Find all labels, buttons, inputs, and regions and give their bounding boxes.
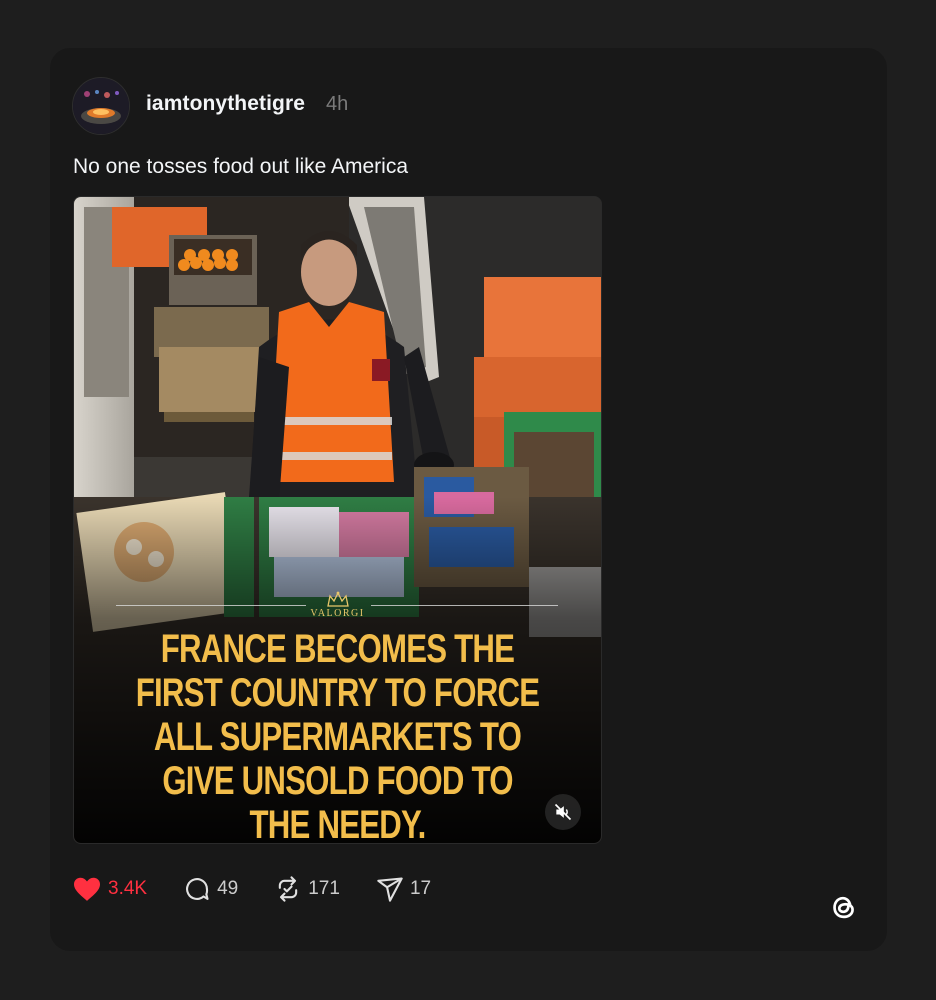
share-button[interactable]: 17 (376, 875, 431, 903)
comment-icon (186, 878, 209, 900)
username[interactable]: iamtonythetigre (146, 92, 305, 116)
crown-icon (327, 591, 349, 607)
threads-logo-icon[interactable] (826, 889, 862, 925)
repost-count: 171 (308, 878, 340, 899)
heart-icon (74, 877, 100, 901)
post-actions: 3.4K 49 171 17 (72, 874, 467, 904)
reply-button[interactable]: 49 (183, 875, 238, 903)
divider-left (116, 605, 306, 606)
repost-icon (279, 876, 298, 902)
repost-button[interactable]: 171 (274, 875, 340, 903)
timestamp[interactable]: 4h (326, 93, 348, 116)
divider-right (371, 605, 558, 606)
send-icon (377, 877, 403, 902)
post-video[interactable]: VALORGI FRANCE BECOMES THE FIRST COUNTRY… (73, 196, 602, 844)
post-card: iamtonythetigre 4h No one tosses food ou… (50, 48, 887, 951)
mute-button[interactable] (545, 794, 581, 830)
reply-count: 49 (217, 878, 239, 899)
post-text: No one tosses food out like America (73, 155, 409, 178)
avatar[interactable] (72, 77, 130, 135)
like-count: 3.4K (108, 878, 148, 899)
video-headline: FRANCE BECOMES THE FIRST COUNTRY TO FORC… (135, 627, 540, 844)
speaker-muted-icon (554, 803, 572, 821)
brand-name: VALORGI (310, 608, 365, 619)
like-button[interactable]: 3.4K (72, 876, 147, 902)
share-count: 17 (409, 878, 432, 899)
